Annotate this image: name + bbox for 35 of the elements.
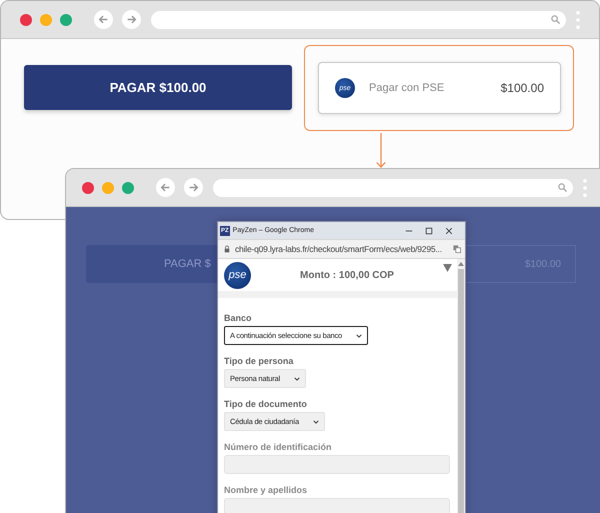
- input-field[interactable]: [224, 455, 450, 474]
- maximize-dot-icon[interactable]: [122, 182, 134, 194]
- field-label: Número de identificación: [224, 442, 332, 452]
- scrollbar-thumb[interactable]: [458, 269, 464, 513]
- forward-icon[interactable]: [184, 178, 203, 197]
- dropdown-triangle-icon[interactable]: [443, 264, 452, 272]
- chevron-down-icon: [356, 334, 362, 338]
- chevron-down-icon: [294, 376, 300, 380]
- scrollbar[interactable]: [457, 259, 465, 513]
- pse-logo: pse: [224, 262, 251, 288]
- minimize-dot-icon[interactable]: [102, 182, 114, 194]
- forward-icon[interactable]: [122, 10, 141, 29]
- search-icon: [551, 15, 560, 24]
- chevron-down-icon: [312, 420, 319, 424]
- field-label: Tipo de documento: [224, 399, 307, 409]
- option-amount: $100.00: [500, 81, 544, 95]
- close-dot-icon[interactable]: [20, 14, 32, 26]
- option-label: Pagar con PSE: [369, 82, 446, 94]
- close-dot-icon[interactable]: [82, 182, 94, 194]
- lock-icon: [224, 245, 230, 253]
- search-icon: [558, 183, 567, 192]
- maximize-icon[interactable]: [425, 226, 433, 234]
- pay-button[interactable]: PAGAR $100.00: [24, 65, 292, 110]
- close-icon[interactable]: [445, 226, 453, 234]
- maximize-dot-icon[interactable]: [60, 14, 72, 26]
- back-icon[interactable]: [94, 10, 113, 29]
- translate-icon[interactable]: [453, 245, 461, 253]
- arrow-icon: [375, 133, 387, 169]
- back-icon[interactable]: [156, 178, 175, 197]
- field-label: Nombre y apellidos: [224, 485, 308, 495]
- field-label: Banco: [224, 313, 252, 323]
- input-field[interactable]: [224, 498, 450, 513]
- field-label: Tipo de persona: [224, 356, 294, 366]
- scroll-up-icon[interactable]: [458, 262, 464, 266]
- minimize-dot-icon[interactable]: [40, 14, 52, 26]
